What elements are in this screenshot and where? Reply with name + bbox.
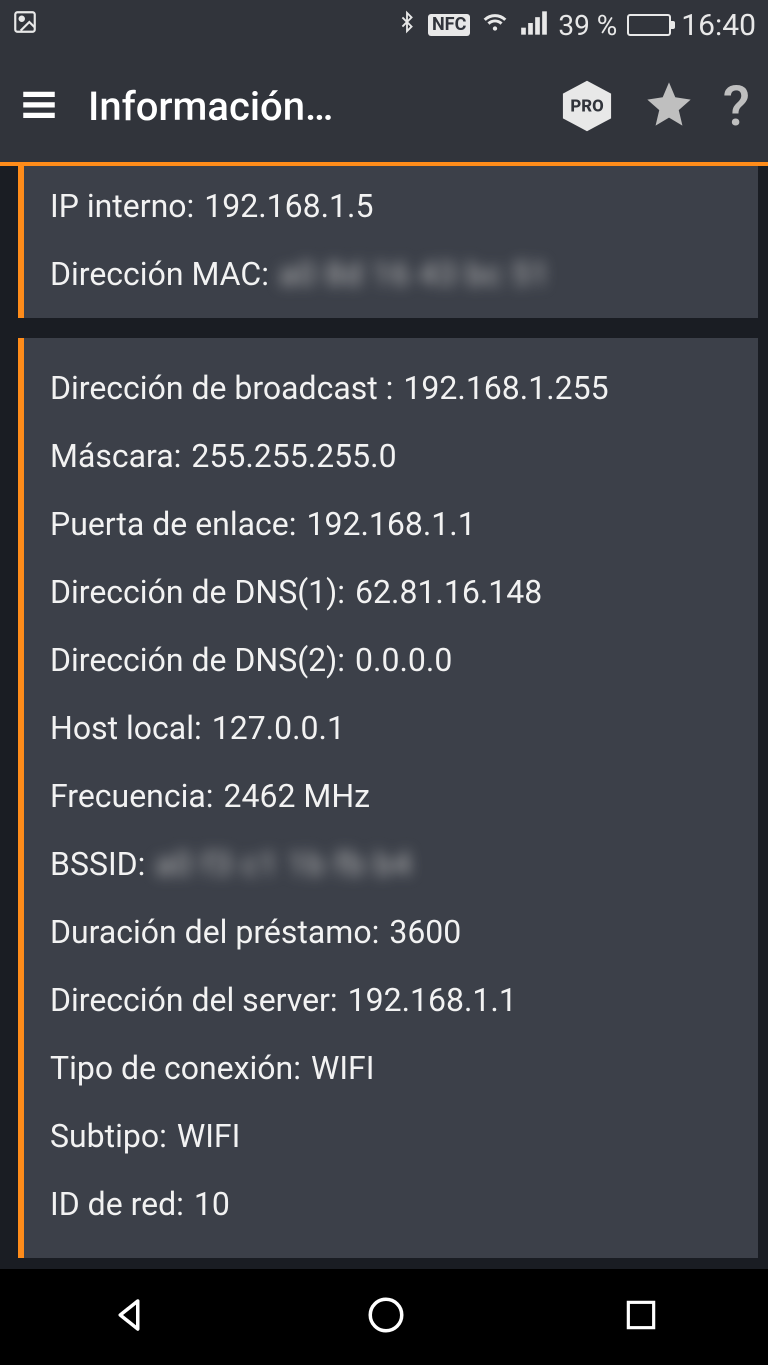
status-bar: NFC 39 % 16:40 [0,0,768,50]
value-bssid: a0 f3 c1 1b fb b4 [155,844,412,884]
value-netid: 10 [194,1184,230,1224]
row-localhost: Host local: 127.0.0.1 [50,694,738,762]
home-icon[interactable] [365,1294,407,1340]
value-ip-interno: 192.168.1.5 [204,186,373,226]
card-basic-info: IP interno: 192.168.1.5 Dirección MAC: a… [18,166,758,318]
bluetooth-icon [396,8,418,43]
label-dns2: Dirección de DNS(2): [50,640,345,680]
back-icon[interactable] [108,1294,150,1340]
value-dns1: 62.81.16.148 [355,572,542,612]
app-title: Información… [88,83,531,130]
battery-icon [627,14,671,36]
card-network-details: Dirección de broadcast : 192.168.1.255 M… [18,338,758,1258]
row-gateway: Puerta de enlace: 192.168.1.1 [50,490,738,558]
nav-bar [0,1269,768,1365]
row-ip-interno: IP interno: 192.168.1.5 [50,172,738,240]
help-icon[interactable]: ? [723,73,750,139]
status-time: 16:40 [681,8,756,43]
row-mac: Dirección MAC: a0 8d 16 43 bc 51 [50,240,738,308]
row-conn-type: Tipo de conexión: WIFI [50,1034,738,1102]
row-dns1: Dirección de DNS(1): 62.81.16.148 [50,558,738,626]
label-gateway: Puerta de enlace: [50,504,296,544]
menu-icon[interactable] [18,83,60,129]
label-mask: Máscara: [50,436,181,476]
value-gateway: 192.168.1.1 [306,504,475,544]
row-lease: Duración del préstamo: 3600 [50,898,738,966]
row-frequency: Frecuencia: 2462 MHz [50,762,738,830]
value-lease: 3600 [389,912,461,952]
row-bssid: BSSID: a0 f3 c1 1b fb b4 [50,830,738,898]
value-localhost: 127.0.0.1 [212,708,345,748]
label-bssid: BSSID: [50,844,145,884]
label-netid: ID de red: [50,1184,184,1224]
label-dns1: Dirección de DNS(1): [50,572,345,612]
label-mac: Dirección MAC: [50,254,269,294]
row-subtype: Subtipo: WIFI [50,1102,738,1170]
recents-icon[interactable] [622,1296,660,1338]
nfc-icon: NFC [428,14,470,36]
row-mask: Máscara: 255.255.255.0 [50,422,738,490]
app-toolbar: Información… PRO ? [0,50,768,166]
pro-badge-icon[interactable]: PRO [559,78,615,134]
row-broadcast: Dirección de broadcast : 192.168.1.255 [50,354,738,422]
row-dns2: Dirección de DNS(2): 0.0.0.0 [50,626,738,694]
content-scroll[interactable]: IP interno: 192.168.1.5 Dirección MAC: a… [0,166,768,1258]
star-icon[interactable] [643,78,695,134]
label-lease: Duración del préstamo: [50,912,379,952]
image-icon [12,9,38,42]
label-server: Dirección del server: [50,980,338,1020]
signal-icon [520,9,548,42]
row-server: Dirección del server: 192.168.1.1 [50,966,738,1034]
value-server: 192.168.1.1 [348,980,517,1020]
value-conn-type: WIFI [311,1048,374,1088]
value-mask: 255.255.255.0 [191,436,396,476]
label-conn-type: Tipo de conexión: [50,1048,301,1088]
battery-percent: 39 % [558,9,617,42]
label-broadcast: Dirección de broadcast : [50,368,393,408]
label-frequency: Frecuencia: [50,776,214,816]
svg-text:PRO: PRO [570,97,603,117]
value-dns2: 0.0.0.0 [355,640,452,680]
value-mac: a0 8d 16 43 bc 51 [279,254,550,294]
row-netid: ID de red: 10 [50,1170,738,1238]
value-broadcast: 192.168.1.255 [403,368,608,408]
label-localhost: Host local: [50,708,202,748]
label-ip-interno: IP interno: [50,186,194,226]
wifi-icon [480,9,510,42]
label-subtype: Subtipo: [50,1116,167,1156]
value-frequency: 2462 MHz [224,776,371,816]
value-subtype: WIFI [177,1116,240,1156]
